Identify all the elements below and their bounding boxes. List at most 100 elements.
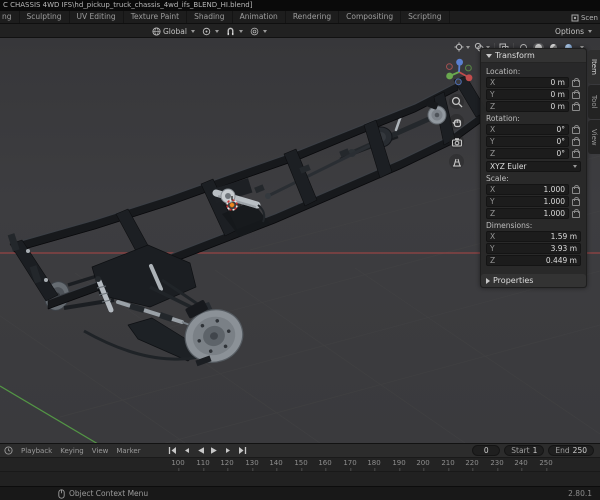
ruler-label: 180 bbox=[367, 459, 381, 471]
timeline-ruler[interactable]: 100 110 120 130 140 150 160 170 180 190 … bbox=[0, 458, 600, 472]
scene-selector[interactable]: Scen bbox=[571, 11, 598, 24]
play-reverse-button[interactable] bbox=[194, 445, 206, 456]
lock-icon[interactable] bbox=[571, 184, 581, 194]
pivot-icon bbox=[202, 27, 211, 35]
viewport-3d[interactable]: Transform Location: X 0 m Y 0 m Z 0 m Ro… bbox=[0, 38, 600, 443]
ruler-label: 130 bbox=[245, 459, 259, 471]
rotation-y-field[interactable]: Y 0° bbox=[486, 136, 569, 147]
scale-z-row: Z 1.000 bbox=[486, 208, 581, 219]
chevron-down-icon bbox=[238, 29, 243, 33]
magnet-icon bbox=[227, 27, 234, 35]
scale-z-field[interactable]: Z 1.000 bbox=[486, 208, 569, 219]
sidebar-tab-tool[interactable]: Tool bbox=[588, 85, 600, 119]
location-x-field[interactable]: X 0 m bbox=[486, 77, 569, 88]
sidebar-tab-item[interactable]: Item bbox=[588, 50, 600, 84]
blender-window: C CHASSIS 4WD IFS\hd_pickup_truck_chassi… bbox=[0, 0, 600, 500]
play-button[interactable] bbox=[208, 445, 220, 456]
current-frame-field[interactable]: 0 bbox=[472, 445, 501, 456]
properties-panel-header[interactable]: Properties bbox=[481, 274, 586, 287]
timeline-header: Playback Keying View Marker 0 Start 1 En… bbox=[0, 444, 600, 458]
rotation-z-field[interactable]: Z 0° bbox=[486, 148, 569, 159]
workspace-tab[interactable]: Texture Paint bbox=[124, 11, 188, 23]
pivot-point-dropdown[interactable] bbox=[202, 27, 219, 36]
lock-icon[interactable] bbox=[571, 148, 581, 158]
rotation-label: Rotation: bbox=[486, 114, 520, 123]
jump-to-start-button[interactable] bbox=[166, 445, 178, 456]
menu-view[interactable]: View bbox=[92, 447, 109, 455]
workspace-tab[interactable]: Compositing bbox=[339, 11, 402, 23]
workspace-tab[interactable]: Scripting bbox=[401, 11, 450, 23]
rotation-x-row: X 0° bbox=[486, 124, 581, 135]
sidebar-panel: Transform Location: X 0 m Y 0 m Z 0 m Ro… bbox=[480, 48, 587, 288]
workspace-tab[interactable]: Sculpting bbox=[20, 11, 70, 23]
location-z-row: Z 0 m bbox=[486, 101, 581, 112]
scene-icon bbox=[571, 14, 579, 21]
sidebar-tab-view[interactable]: View bbox=[588, 120, 600, 154]
mouse-icon bbox=[58, 488, 65, 499]
workspace-tab[interactable]: Rendering bbox=[286, 11, 340, 23]
location-label: Location: bbox=[486, 67, 521, 76]
navigation-gizmo[interactable] bbox=[445, 58, 473, 86]
rotation-mode-dropdown[interactable]: XYZ Euler bbox=[486, 161, 581, 172]
chevron-down-icon bbox=[588, 29, 592, 33]
next-keyframe-button[interactable] bbox=[222, 445, 234, 456]
location-y-field[interactable]: Y 0 m bbox=[486, 89, 569, 100]
playback-controls bbox=[166, 444, 248, 457]
viewport-nav-tools bbox=[449, 94, 465, 169]
rotation-x-field[interactable]: X 0° bbox=[486, 124, 569, 135]
dimensions-x-field[interactable]: X 1.59 m bbox=[486, 231, 581, 242]
dimensions-label: Dimensions: bbox=[486, 221, 533, 230]
timeline-editor: Playback Keying View Marker 0 Start 1 En… bbox=[0, 443, 600, 488]
lock-icon[interactable] bbox=[571, 77, 581, 87]
scale-x-field[interactable]: X 1.000 bbox=[486, 184, 569, 195]
chevron-down-icon bbox=[214, 29, 219, 33]
zoom-button[interactable] bbox=[449, 94, 464, 109]
lock-icon[interactable] bbox=[571, 101, 581, 111]
scale-y-field[interactable]: Y 1.000 bbox=[486, 196, 569, 207]
menu-playback[interactable]: Playback bbox=[21, 447, 52, 455]
chassis-model[interactable] bbox=[7, 75, 488, 370]
jump-to-end-button[interactable] bbox=[236, 445, 248, 456]
chevron-down-icon bbox=[262, 29, 267, 33]
workspace-tab[interactable]: Animation bbox=[233, 11, 286, 23]
window-title: C CHASSIS 4WD IFS\hd_pickup_truck_chassi… bbox=[3, 1, 253, 9]
workspace-tabs-bar: ng Sculpting UV Editing Texture Paint Sh… bbox=[0, 11, 600, 24]
options-dropdown[interactable]: Options bbox=[555, 24, 592, 38]
snap-toggle[interactable] bbox=[226, 27, 243, 36]
ruler-label: 250 bbox=[539, 459, 553, 471]
gizmos-dropdown[interactable] bbox=[454, 42, 470, 52]
frame-start-field[interactable]: Start 1 bbox=[504, 445, 545, 456]
lock-icon[interactable] bbox=[571, 89, 581, 99]
perspective-toggle-button[interactable] bbox=[449, 154, 464, 169]
lock-icon[interactable] bbox=[571, 136, 581, 146]
camera-view-button[interactable] bbox=[449, 134, 464, 149]
workspace-tab[interactable]: UV Editing bbox=[70, 11, 124, 23]
ruler-label: 240 bbox=[514, 459, 528, 471]
lock-icon[interactable] bbox=[571, 196, 581, 206]
lock-icon[interactable] bbox=[571, 208, 581, 218]
dimensions-z-field[interactable]: Z 0.449 m bbox=[486, 255, 581, 266]
lock-icon[interactable] bbox=[571, 124, 581, 134]
pan-button[interactable] bbox=[449, 114, 464, 129]
menu-keying[interactable]: Keying bbox=[60, 447, 84, 455]
clock-icon bbox=[4, 446, 13, 455]
status-bar: Object Context Menu 2.80.1 bbox=[0, 486, 600, 500]
status-hint: Object Context Menu bbox=[69, 489, 149, 498]
location-z-field[interactable]: Z 0 m bbox=[486, 101, 569, 112]
menu-marker[interactable]: Marker bbox=[116, 447, 140, 455]
ruler-label: 120 bbox=[220, 459, 234, 471]
perspective-icon bbox=[452, 158, 461, 167]
ruler-label: 190 bbox=[392, 459, 406, 471]
transform-orientation-dropdown[interactable]: Global bbox=[152, 27, 195, 36]
workspace-tab[interactable]: ng bbox=[0, 11, 20, 23]
object-origin-dot bbox=[229, 202, 235, 208]
scale-y-row: Y 1.000 bbox=[486, 196, 581, 207]
dimensions-y-field[interactable]: Y 3.93 m bbox=[486, 243, 581, 254]
frame-end-field[interactable]: End 250 bbox=[548, 445, 594, 456]
proportional-editing-dropdown[interactable] bbox=[250, 27, 267, 36]
prev-keyframe-button[interactable] bbox=[180, 445, 192, 456]
ruler-label: 160 bbox=[318, 459, 332, 471]
ruler-label: 100 bbox=[171, 459, 185, 471]
transform-panel-header[interactable]: Transform bbox=[481, 49, 586, 63]
workspace-tab[interactable]: Shading bbox=[187, 11, 233, 23]
